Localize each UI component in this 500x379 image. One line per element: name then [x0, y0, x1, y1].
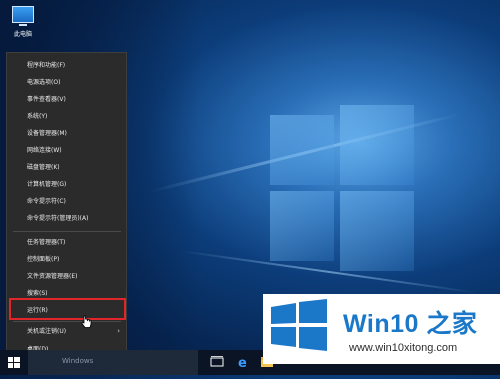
menu-separator — [13, 231, 121, 232]
this-pc-desktop-icon[interactable]: 此电脑 — [8, 6, 38, 38]
computer-icon — [12, 6, 34, 26]
task-view-icon[interactable] — [210, 355, 224, 369]
menu-item-computer-management[interactable]: 计算机管理(G) — [7, 177, 126, 192]
watermark-url: www.win10xitong.com — [349, 342, 458, 354]
svg-text:e: e — [238, 356, 247, 369]
wallpaper-window-logo — [270, 95, 420, 285]
windows-logo-icon — [8, 357, 20, 368]
search-box-text: Windows — [62, 357, 94, 365]
windows-logo-icon — [271, 299, 327, 351]
menu-separator — [13, 321, 121, 322]
menu-item-system[interactable]: 系统(Y) — [7, 109, 126, 124]
desktop-icon-label: 此电脑 — [13, 31, 32, 38]
taskbar-search-box[interactable]: Windows — [28, 350, 198, 375]
menu-item-control-panel[interactable]: 控制面板(P) — [7, 252, 126, 267]
menu-item-file-explorer[interactable]: 文件资源管理器(E) — [7, 269, 126, 284]
menu-item-event-viewer[interactable]: 事件查看器(V) — [7, 92, 126, 107]
chevron-right-icon: › — [117, 327, 120, 335]
menu-item-programs-features[interactable]: 程序和功能(F) — [7, 58, 126, 73]
menu-item-device-manager[interactable]: 设备管理器(M) — [7, 126, 126, 141]
menu-item-label: 关机或注销(U) — [27, 328, 67, 335]
menu-item-command-prompt[interactable]: 命令提示符(C) — [7, 194, 126, 209]
menu-item-command-prompt-admin[interactable]: 命令提示符(管理员)(A) — [7, 211, 126, 226]
watermark-title: Win10 之家 — [343, 310, 478, 338]
hand-cursor-icon — [81, 315, 92, 328]
menu-item-network-connections[interactable]: 网络连接(W) — [7, 143, 126, 158]
highlight-box-run — [9, 298, 126, 320]
edge-browser-icon[interactable]: e — [236, 355, 250, 369]
watermark-banner: Win10 之家 www.win10xitong.com — [263, 294, 500, 364]
menu-item-task-manager[interactable]: 任务管理器(T) — [7, 235, 126, 250]
menu-item-power-options[interactable]: 电源选项(O) — [7, 75, 126, 90]
menu-item-shutdown-signout[interactable]: 关机或注销(U) › — [7, 324, 126, 339]
start-button[interactable] — [0, 350, 28, 375]
menu-item-disk-management[interactable]: 磁盘管理(K) — [7, 160, 126, 175]
